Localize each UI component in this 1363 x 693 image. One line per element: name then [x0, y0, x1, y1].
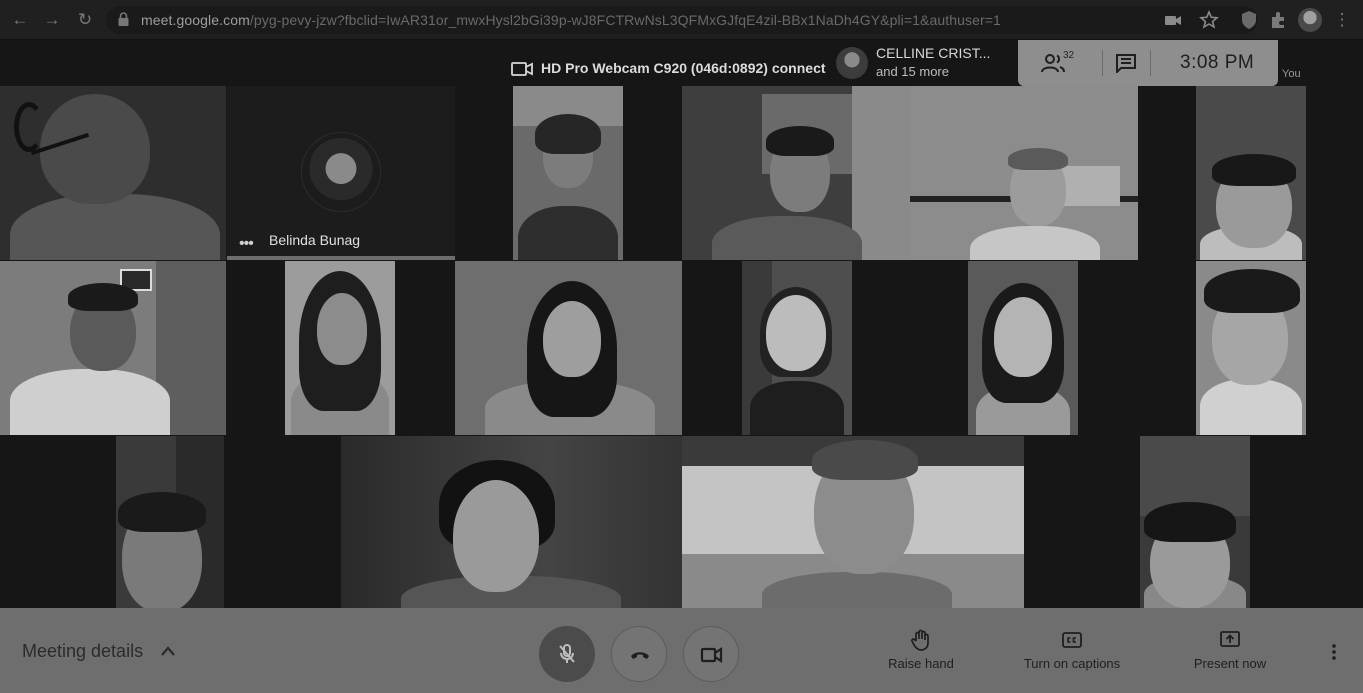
- participant-count: 32: [1063, 50, 1075, 61]
- participant-tile[interactable]: [116, 436, 224, 608]
- more-vert-icon[interactable]: [1324, 642, 1344, 662]
- participant-tile[interactable]: [0, 86, 226, 260]
- raise-hand-button[interactable]: Raise hand: [881, 628, 961, 671]
- browser-menu-icon[interactable]: ⋮: [1330, 8, 1354, 32]
- captions-label: Turn on captions: [1023, 656, 1121, 671]
- videocam-icon: [700, 646, 723, 664]
- chevron-up-icon[interactable]: [160, 645, 176, 657]
- forward-arrow-icon[interactable]: →: [40, 8, 64, 32]
- present-screen-icon: [1220, 631, 1240, 647]
- participant-tile[interactable]: [968, 261, 1078, 435]
- raise-hand-label: Raise hand: [888, 656, 954, 671]
- participant-tile[interactable]: [285, 261, 395, 435]
- participant-tile[interactable]: [742, 261, 852, 435]
- call-controls-bar: Meeting details Raise hand Turn on capti…: [0, 608, 1363, 693]
- phone-hangup-icon: [631, 652, 649, 659]
- present-now-button[interactable]: Present now: [1186, 628, 1274, 671]
- participant-tile[interactable]: [513, 86, 623, 260]
- clock-time: 3:08 PM: [1180, 52, 1255, 73]
- present-now-label: Present now: [1193, 656, 1267, 671]
- participant-tile[interactable]: [0, 261, 226, 435]
- participant-tile[interactable]: [341, 436, 682, 608]
- meeting-top-bar: 32 3:08 PM: [1018, 40, 1278, 86]
- hand-icon: [911, 629, 929, 651]
- participant-tile[interactable]: [455, 261, 682, 435]
- lock-icon: [118, 12, 129, 26]
- reload-icon[interactable]: ↻: [73, 8, 97, 32]
- chat-icon[interactable]: [1115, 53, 1137, 73]
- divider: [1150, 50, 1151, 76]
- leave-call-button[interactable]: [611, 626, 667, 682]
- meet-window: ← → ↻ meet.google.com/pyg-pevy-jzw?fbcli…: [0, 0, 1363, 693]
- url-text: meet.google.com/pyg-pevy-jzw?fbclid=IwAR…: [141, 12, 1001, 28]
- participant-tile[interactable]: [910, 86, 1138, 260]
- participant-tile[interactable]: [1140, 436, 1250, 608]
- participant-tile[interactable]: [1196, 261, 1306, 435]
- mic-toggle-button[interactable]: [539, 626, 595, 682]
- self-view-label: You: [1282, 68, 1301, 80]
- presenter-chip[interactable]: CELLINE CRIST... and 15 more: [836, 44, 1016, 82]
- camera-indicator-icon[interactable]: [1164, 9, 1182, 31]
- star-bookmark-icon[interactable]: [1198, 9, 1220, 31]
- url-host: meet.google.com: [141, 12, 250, 28]
- device-status-text: HD Pro Webcam C920 (046d:0892) connect: [541, 60, 826, 76]
- participant-tile[interactable]: [682, 436, 1024, 608]
- camera-toggle-button[interactable]: [683, 626, 739, 682]
- divider: [1102, 50, 1103, 76]
- active-speaker-bar: [227, 256, 455, 260]
- participant-tile-belinda[interactable]: ••• Belinda Bunag: [227, 86, 455, 260]
- meeting-details-button[interactable]: Meeting details: [22, 641, 143, 662]
- address-bar[interactable]: meet.google.com/pyg-pevy-jzw?fbclid=IwAR…: [106, 6, 1258, 34]
- url-path: /pyg-pevy-jzw?fbclid=IwAR31or_mwxHysl2bG…: [249, 12, 1001, 28]
- shield-extension-icon[interactable]: [1238, 9, 1260, 31]
- profile-avatar[interactable]: [1298, 8, 1322, 32]
- tile-more-options-icon[interactable]: •••: [239, 235, 254, 253]
- participant-tile[interactable]: [1196, 86, 1306, 260]
- back-arrow-icon[interactable]: ←: [8, 8, 32, 32]
- captions-button[interactable]: Turn on captions: [1014, 628, 1130, 671]
- videocam-outline-icon: [511, 62, 533, 76]
- closed-captions-icon: [1062, 632, 1082, 648]
- presenter-avatar: [836, 47, 868, 79]
- participant-name: Belinda Bunag: [269, 232, 361, 248]
- participant-tile[interactable]: [682, 86, 910, 260]
- puzzle-extensions-icon[interactable]: [1268, 9, 1290, 31]
- presenter-name: CELLINE CRIST...: [876, 45, 991, 61]
- mic-off-icon: [559, 644, 575, 663]
- browser-toolbar: ← → ↻ meet.google.com/pyg-pevy-jzw?fbcli…: [0, 0, 1363, 40]
- presenter-others: and 15 more: [876, 64, 949, 79]
